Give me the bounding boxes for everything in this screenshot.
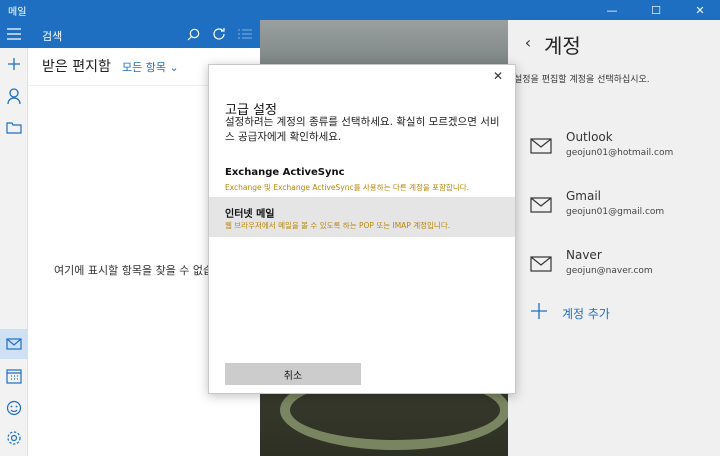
option-title: Exchange ActiveSync bbox=[225, 167, 345, 178]
compose-icon[interactable] bbox=[4, 54, 24, 74]
account-item-naver[interactable]: Naver geojun@naver.com bbox=[530, 248, 720, 288]
gear-icon[interactable] bbox=[4, 428, 24, 448]
mail-icon bbox=[530, 256, 552, 272]
add-account-label: 계정 추가 bbox=[562, 307, 610, 321]
minimize-button[interactable]: — bbox=[592, 0, 632, 20]
folder-icon[interactable] bbox=[4, 118, 24, 138]
maximize-button[interactable]: ☐ bbox=[636, 0, 676, 20]
accounts-subtitle: 설정을 편집할 계정을 선택하십시오. bbox=[514, 75, 650, 85]
app-title: 메일 bbox=[8, 7, 27, 18]
close-window-button[interactable]: ✕ bbox=[680, 0, 720, 20]
account-item-outlook[interactable]: Outlook geojun01@hotmail.com bbox=[530, 130, 720, 170]
search-bar: 검색 bbox=[28, 20, 260, 48]
back-icon[interactable]: ‹ bbox=[520, 32, 536, 52]
plus-icon bbox=[531, 303, 547, 319]
mail-icon bbox=[530, 138, 552, 154]
dialog-description: 설정하려는 계정의 종류를 선택하세요. 확실히 모르겠으면 서비스 공급자에게… bbox=[225, 116, 500, 143]
advanced-setup-dialog: ✕ 고급 설정 설정하려는 계정의 종류를 선택하세요. 확실히 모르겠으면 서… bbox=[208, 64, 516, 394]
nav-rail bbox=[0, 20, 28, 456]
smiley-icon[interactable] bbox=[4, 398, 24, 418]
add-account-button[interactable]: 계정 추가 bbox=[530, 302, 720, 326]
accounts-pane: ‹ 계정 설정을 편집할 계정을 선택하십시오. Outlook geojun0… bbox=[508, 20, 720, 456]
chevron-down-icon: ⌄ bbox=[169, 61, 179, 74]
search-icon[interactable] bbox=[184, 25, 202, 43]
option-description: Exchange 및 Exchange ActiveSync를 사용하는 다른 … bbox=[225, 183, 470, 192]
person-icon[interactable] bbox=[4, 86, 24, 106]
account-name: Outlook bbox=[566, 130, 613, 144]
account-item-gmail[interactable]: Gmail geojun01@gmail.com bbox=[530, 189, 720, 229]
account-name: Gmail bbox=[566, 189, 602, 203]
filter-dropdown[interactable]: 모든 항목 ⌄ bbox=[122, 59, 179, 75]
title-bar: 메일 — ☐ ✕ bbox=[0, 0, 720, 20]
option-description: 웹 브라우저에서 메일을 볼 수 있도록 하는 POP 또는 IMAP 계정입니… bbox=[225, 221, 451, 230]
select-mode-icon[interactable] bbox=[236, 25, 254, 43]
cancel-button[interactable]: 취소 bbox=[225, 363, 361, 385]
mail-icon[interactable] bbox=[4, 334, 24, 354]
accounts-title: 계정 bbox=[544, 34, 581, 58]
option-internet-mail[interactable]: 인터넷 메일 웹 브라우저에서 메일을 볼 수 있도록 하는 POP 또는 IM… bbox=[209, 197, 515, 237]
calendar-icon[interactable] bbox=[4, 366, 24, 386]
search-input[interactable]: 검색 bbox=[42, 28, 62, 44]
close-icon[interactable]: ✕ bbox=[491, 69, 505, 83]
mail-icon bbox=[530, 197, 552, 213]
option-title: 인터넷 메일 bbox=[225, 209, 275, 220]
account-email: geojun01@hotmail.com bbox=[566, 148, 674, 158]
sync-icon[interactable] bbox=[210, 25, 228, 43]
filter-label: 모든 항목 bbox=[122, 61, 166, 74]
option-exchange-activesync[interactable]: Exchange ActiveSync Exchange 및 Exchange … bbox=[209, 159, 515, 199]
hamburger-icon[interactable] bbox=[4, 24, 24, 44]
account-email: geojun01@gmail.com bbox=[566, 207, 665, 217]
inbox-title: 받은 편지함 bbox=[42, 59, 111, 75]
account-email: geojun@naver.com bbox=[566, 266, 653, 276]
account-name: Naver bbox=[566, 248, 602, 262]
